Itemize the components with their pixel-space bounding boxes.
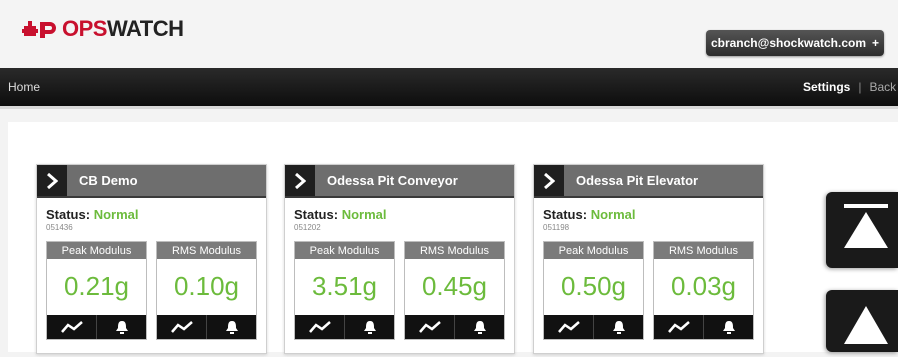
metric-value: 0.45g: [421, 271, 488, 301]
metric-actions: [157, 315, 256, 339]
chevron-right-icon[interactable]: [37, 165, 67, 196]
device-card: CB Demo Status: Normal 051436 Peak Modul…: [36, 164, 267, 354]
metric-label: Peak Modulus: [295, 242, 394, 259]
card-title[interactable]: Odessa Pit Conveyor: [327, 173, 458, 188]
trend-line-icon[interactable]: [654, 315, 703, 339]
bell-icon[interactable]: [703, 315, 753, 339]
metric-actions: [405, 315, 504, 339]
metric-actions: [654, 315, 753, 339]
card-header[interactable]: CB Demo: [37, 165, 266, 198]
chevron-right-icon[interactable]: [534, 165, 564, 196]
metric-label: RMS Modulus: [654, 242, 753, 259]
app-header: OPSWATCH cbranch@shockwatch.com +: [0, 0, 898, 68]
metric-value: 3.51g: [311, 271, 378, 301]
user-email: cbranch@shockwatch.com: [710, 36, 867, 50]
metric-value: 0.03g: [670, 271, 737, 301]
metric-actions: [544, 315, 643, 339]
device-card: Odessa Pit Conveyor Status: Normal 05120…: [284, 164, 515, 354]
trend-line-icon[interactable]: [405, 315, 454, 339]
nav-bar: Home Settings | Back: [0, 68, 898, 106]
metric-rms-modulus: RMS Modulus 0.03g: [653, 241, 754, 340]
bell-icon[interactable]: [344, 315, 394, 339]
card-header[interactable]: Odessa Pit Elevator: [534, 165, 763, 198]
logo-text-main: OPS: [62, 16, 107, 41]
card-title[interactable]: CB Demo: [79, 173, 138, 188]
card-metrics: Peak Modulus 0.21g RMS Modulus 0.10g: [46, 241, 257, 340]
card-metrics: Peak Modulus 3.51g RMS Modulus 0.45g: [294, 241, 505, 340]
metric-label: Peak Modulus: [544, 242, 643, 259]
card-status: Status: Normal: [46, 207, 266, 222]
status-value: Normal: [93, 207, 139, 222]
nav-settings-link[interactable]: Settings: [803, 80, 850, 94]
metric-actions: [47, 315, 146, 339]
user-menu-plus-icon: +: [872, 36, 880, 50]
scroll-to-top-button[interactable]: [826, 192, 898, 268]
metric-peak-modulus: Peak Modulus 0.50g: [543, 241, 644, 340]
device-serial: 051198: [543, 223, 570, 232]
scroll-up-icon: [844, 306, 888, 344]
trend-line-icon[interactable]: [295, 315, 344, 339]
logo-mark-icon: [22, 21, 56, 38]
metric-actions: [295, 315, 394, 339]
metric-label: Peak Modulus: [47, 242, 146, 259]
metric-label: RMS Modulus: [157, 242, 256, 259]
logo-text-watch: WATCH: [106, 16, 184, 41]
card-title[interactable]: Odessa Pit Elevator: [576, 173, 698, 188]
metric-value: 0.21g: [63, 271, 130, 301]
scroll-up-button[interactable]: [826, 290, 898, 352]
logo[interactable]: OPSWATCH: [22, 16, 184, 42]
status-label: Status:: [543, 207, 588, 222]
metric-rms-modulus: RMS Modulus 0.10g: [156, 241, 257, 340]
bell-icon[interactable]: [454, 315, 504, 339]
device-card: Odessa Pit Elevator Status: Normal 05119…: [533, 164, 764, 354]
metric-peak-modulus: Peak Modulus 3.51g: [294, 241, 395, 340]
scroll-to-top-icon: [844, 204, 888, 248]
status-value: Normal: [590, 207, 636, 222]
card-metrics: Peak Modulus 0.50g RMS Modulus 0.03g: [543, 241, 754, 340]
trend-line-icon[interactable]: [47, 315, 96, 339]
metric-peak-modulus: Peak Modulus 0.21g: [46, 241, 147, 340]
nav-separator: |: [858, 80, 862, 94]
status-label: Status:: [46, 207, 91, 222]
logo-text: OPSWATCH: [62, 16, 184, 42]
nav-back-link[interactable]: Back: [869, 80, 896, 94]
metric-label: RMS Modulus: [405, 242, 504, 259]
user-account-button[interactable]: cbranch@shockwatch.com +: [706, 30, 884, 56]
card-header[interactable]: Odessa Pit Conveyor: [285, 165, 514, 198]
device-serial: 051436: [46, 223, 73, 232]
bell-icon[interactable]: [593, 315, 643, 339]
metric-rms-modulus: RMS Modulus 0.45g: [404, 241, 505, 340]
card-status: Status: Normal: [294, 207, 514, 222]
metric-value: 0.10g: [173, 271, 240, 301]
chevron-right-icon[interactable]: [285, 165, 315, 196]
nav-home-link[interactable]: Home: [8, 80, 40, 94]
bell-icon[interactable]: [96, 315, 146, 339]
bell-icon[interactable]: [206, 315, 256, 339]
trend-line-icon[interactable]: [157, 315, 206, 339]
metric-value: 0.50g: [560, 271, 627, 301]
trend-line-icon[interactable]: [544, 315, 593, 339]
status-value: Normal: [341, 207, 387, 222]
device-serial: 051202: [294, 223, 321, 232]
status-label: Status:: [294, 207, 339, 222]
header-divider: [0, 106, 898, 109]
nav-right-links: Settings | Back: [803, 80, 896, 94]
card-status: Status: Normal: [543, 207, 763, 222]
